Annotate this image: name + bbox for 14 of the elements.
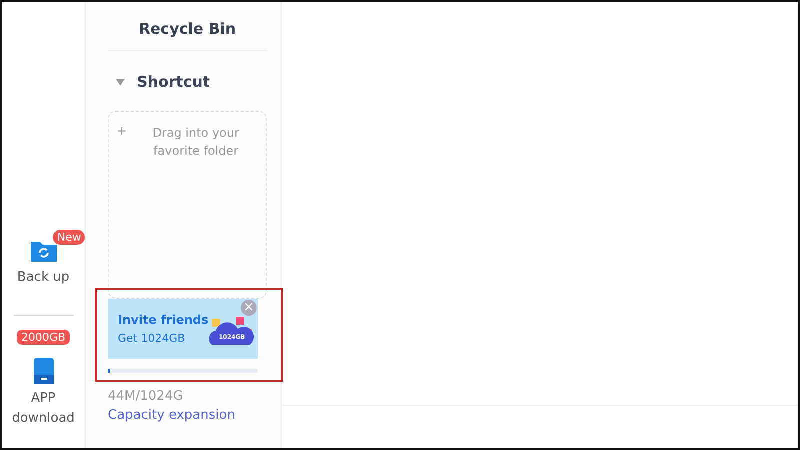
new-badge: New <box>53 230 86 245</box>
app-download-button[interactable]: APP download <box>8 357 78 429</box>
storage-badge: 2000GB <box>17 330 70 345</box>
tablet-icon <box>32 357 54 385</box>
sync-icon <box>28 240 58 264</box>
plus-icon: + <box>117 124 128 138</box>
banner-subtitle: Get 1024GB <box>118 332 186 345</box>
recycle-bin-item[interactable]: Recycle Bin <box>108 2 267 51</box>
banner-title: Invite friends <box>118 313 209 327</box>
capacity-expansion-link[interactable]: Capacity expansion <box>108 408 267 423</box>
shortcut-heading: Shortcut <box>137 73 210 91</box>
storage-usage: 44M/1024G <box>108 389 184 404</box>
caret-icon[interactable] <box>116 78 125 86</box>
drop-hint: Drag into your favorite folder <box>152 125 240 160</box>
